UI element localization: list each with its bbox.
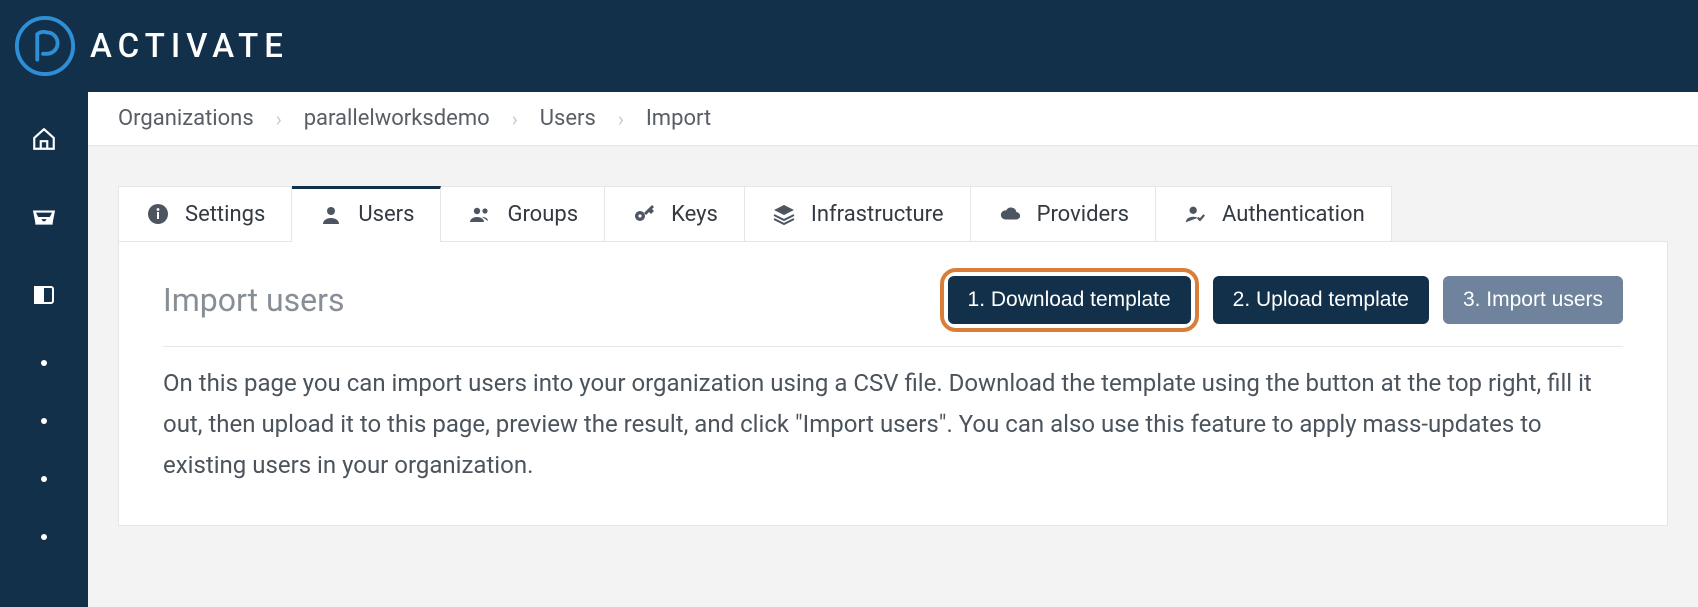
tab-users[interactable]: Users [292, 186, 441, 242]
nav-dot[interactable] [41, 418, 47, 424]
home-icon[interactable] [31, 126, 57, 152]
highlight-ring: 1. Download template [940, 268, 1199, 332]
user-check-icon [1182, 201, 1208, 227]
breadcrumb-item-org[interactable]: parallelworksdemo [304, 106, 490, 131]
key-icon [631, 201, 657, 227]
breadcrumb-item-import[interactable]: Import [646, 106, 711, 131]
tab-keys[interactable]: Keys [605, 186, 745, 242]
cloud-icon [997, 201, 1023, 227]
tab-authentication[interactable]: Authentication [1156, 186, 1392, 242]
breadcrumb-item-organizations[interactable]: Organizations [118, 106, 254, 131]
page-title: Import users [163, 281, 345, 319]
breadcrumb-item-users[interactable]: Users [540, 106, 596, 131]
tab-bar: Settings Users Groups [118, 186, 1668, 242]
inbox-icon[interactable] [31, 204, 57, 230]
info-icon [145, 201, 171, 227]
tab-label: Providers [1037, 202, 1129, 227]
tab-label: Authentication [1222, 202, 1365, 227]
nav-dot[interactable] [41, 476, 47, 482]
tab-label: Settings [185, 202, 265, 227]
nav-dot[interactable] [41, 360, 47, 366]
chevron-right-icon: › [276, 107, 282, 131]
page-description: On this page you can import users into y… [163, 363, 1623, 485]
upload-template-button[interactable]: 2. Upload template [1213, 276, 1429, 324]
tab-label: Keys [671, 202, 718, 227]
breadcrumb: Organizations › parallelworksdemo › User… [88, 92, 1698, 146]
panel-icon[interactable] [31, 282, 57, 308]
tab-label: Infrastructure [811, 202, 944, 227]
logo[interactable]: ACTIVATE [14, 15, 289, 77]
tab-groups[interactable]: Groups [441, 186, 605, 242]
chevron-right-icon: › [512, 107, 518, 131]
nav-dot[interactable] [41, 534, 47, 540]
layers-icon [771, 201, 797, 227]
group-icon [467, 201, 493, 227]
chevron-right-icon: › [618, 107, 624, 131]
panel-body: Import users 1. Download template 2. Upl… [118, 241, 1668, 526]
tab-label: Groups [507, 202, 578, 227]
tab-providers[interactable]: Providers [971, 186, 1156, 242]
side-rail [0, 92, 88, 607]
import-users-button[interactable]: 3. Import users [1443, 276, 1623, 324]
content-area: Organizations › parallelworksdemo › User… [88, 92, 1698, 607]
tab-settings[interactable]: Settings [118, 186, 292, 242]
app-header: ACTIVATE [0, 0, 1698, 92]
download-template-button[interactable]: 1. Download template [948, 276, 1191, 324]
brand-name: ACTIVATE [90, 27, 289, 66]
logo-icon [14, 15, 76, 77]
step-buttons: 1. Download template 2. Upload template … [940, 268, 1623, 332]
user-icon [318, 202, 344, 228]
tab-label: Users [358, 202, 414, 227]
tab-infrastructure[interactable]: Infrastructure [745, 186, 971, 242]
